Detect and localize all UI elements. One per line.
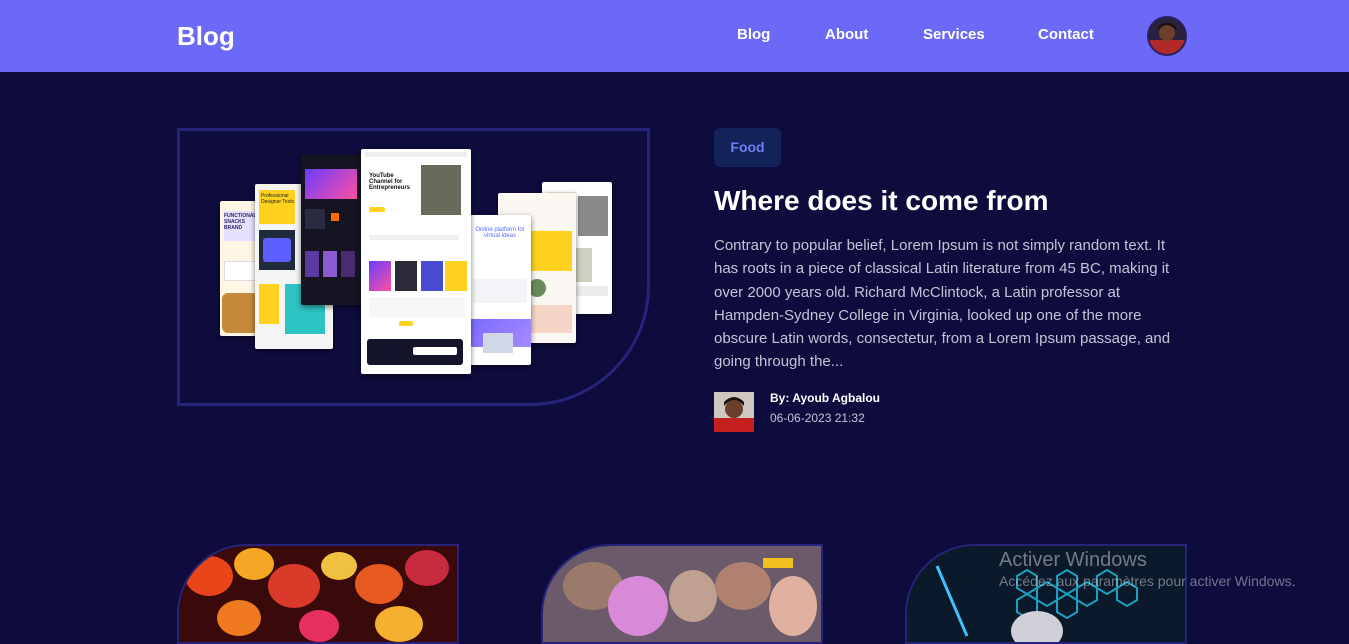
- category-badge[interactable]: Food: [714, 128, 781, 167]
- navbar: Blog Blog About Services Contact: [0, 0, 1349, 72]
- author-name[interactable]: By: Ayoub Agbalou: [770, 391, 880, 406]
- featured-image: FUNCTIONAL SNACKS BRAND Professional Des…: [218, 149, 613, 377]
- nav-link-about[interactable]: About: [825, 26, 868, 44]
- site-logo[interactable]: Blog: [177, 20, 235, 52]
- user-avatar[interactable]: [1147, 16, 1187, 56]
- post-card-festival[interactable]: [541, 544, 823, 644]
- author-photo-image: [714, 392, 754, 432]
- nav-link-blog[interactable]: Blog: [737, 26, 770, 44]
- post-card-lanterns[interactable]: [177, 544, 459, 644]
- featured-image-frame[interactable]: FUNCTIONAL SNACKS BRAND Professional Des…: [177, 128, 650, 406]
- post-date: 06-06-2023 21:32: [770, 411, 865, 425]
- festival-image: [543, 546, 821, 642]
- mockup-youtube-channel: YouTube Channel for Entrepreneurs: [361, 149, 471, 374]
- mockup-online-platform: Online platform for virtual ideas: [469, 215, 531, 365]
- windows-activation-title: Activer Windows: [999, 549, 1147, 571]
- nav-link-contact[interactable]: Contact: [1038, 26, 1094, 44]
- mockup-dark-site: [301, 155, 363, 305]
- avatar-photo: [1149, 18, 1185, 54]
- windows-activation-subtitle: Accédez aux paramètres pour activer Wind…: [999, 573, 1296, 589]
- nav-link-services[interactable]: Services: [923, 26, 985, 44]
- post-title[interactable]: Where does it come from: [714, 184, 1049, 218]
- author-avatar: [714, 392, 754, 432]
- post-excerpt: Contrary to popular belief, Lorem Ipsum …: [714, 237, 1171, 371]
- lanterns-image: [179, 546, 457, 642]
